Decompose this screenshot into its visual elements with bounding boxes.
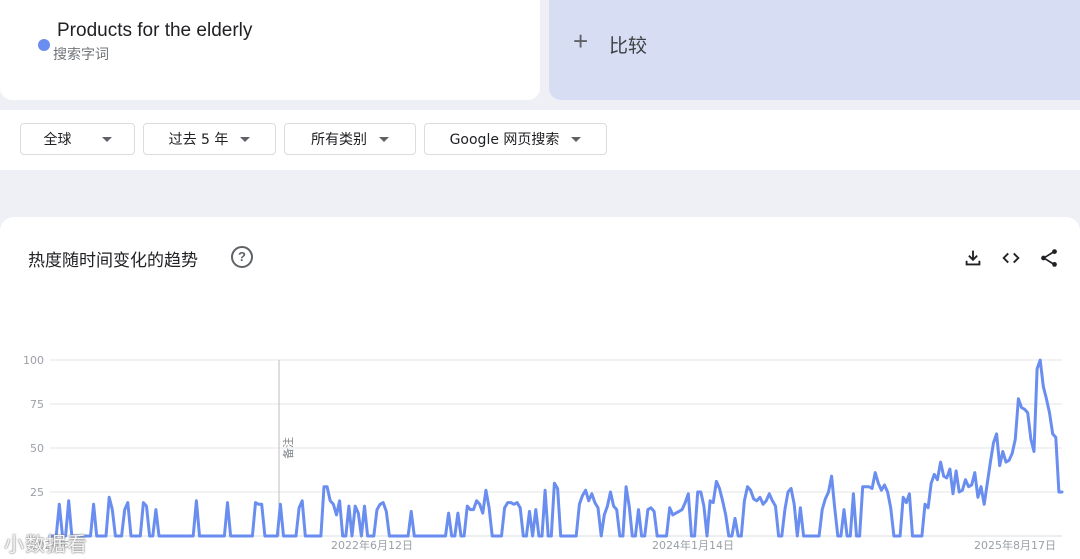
interest-over-time-card: 热度随时间变化的趋势 ? bbox=[0, 217, 1080, 559]
caret-down-icon bbox=[571, 136, 582, 142]
compare-label: 比较 bbox=[609, 35, 648, 57]
caret-down-icon bbox=[379, 136, 389, 142]
region-filter[interactable]: 全球 bbox=[20, 123, 135, 155]
filter-bar: 全球 过去 5 年 所有类别 Google 网页搜索 bbox=[0, 110, 1080, 170]
share-icon[interactable] bbox=[1038, 247, 1060, 269]
watermark-text: 小数据看 bbox=[4, 532, 88, 556]
plus-icon: + bbox=[573, 26, 589, 56]
series-color-dot bbox=[38, 39, 50, 51]
help-circle-icon[interactable]: ? bbox=[231, 246, 253, 268]
time-range-filter[interactable]: 过去 5 年 bbox=[143, 123, 276, 155]
download-icon[interactable] bbox=[962, 247, 984, 269]
time-range-filter-label: 过去 5 年 bbox=[168, 132, 229, 148]
search-term-name[interactable]: Products for the elderly bbox=[57, 20, 252, 42]
region-filter-label: 全球 bbox=[43, 132, 72, 148]
search-type-filter-label: Google 网页搜索 bbox=[449, 132, 560, 148]
search-term-card[interactable]: Products for the elderly 搜索字词 bbox=[0, 0, 540, 100]
embed-code-icon[interactable] bbox=[1000, 247, 1022, 269]
search-type-filter[interactable]: Google 网页搜索 bbox=[424, 123, 607, 155]
compare-button[interactable]: + 比较 bbox=[549, 0, 1080, 100]
category-filter-label: 所有类别 bbox=[311, 132, 367, 148]
search-term-type: 搜索字词 bbox=[53, 47, 109, 63]
caret-down-icon bbox=[240, 136, 251, 142]
chart-title: 热度随时间变化的趋势 bbox=[28, 251, 198, 271]
caret-down-icon bbox=[101, 136, 112, 142]
category-filter[interactable]: 所有类别 bbox=[284, 123, 416, 155]
